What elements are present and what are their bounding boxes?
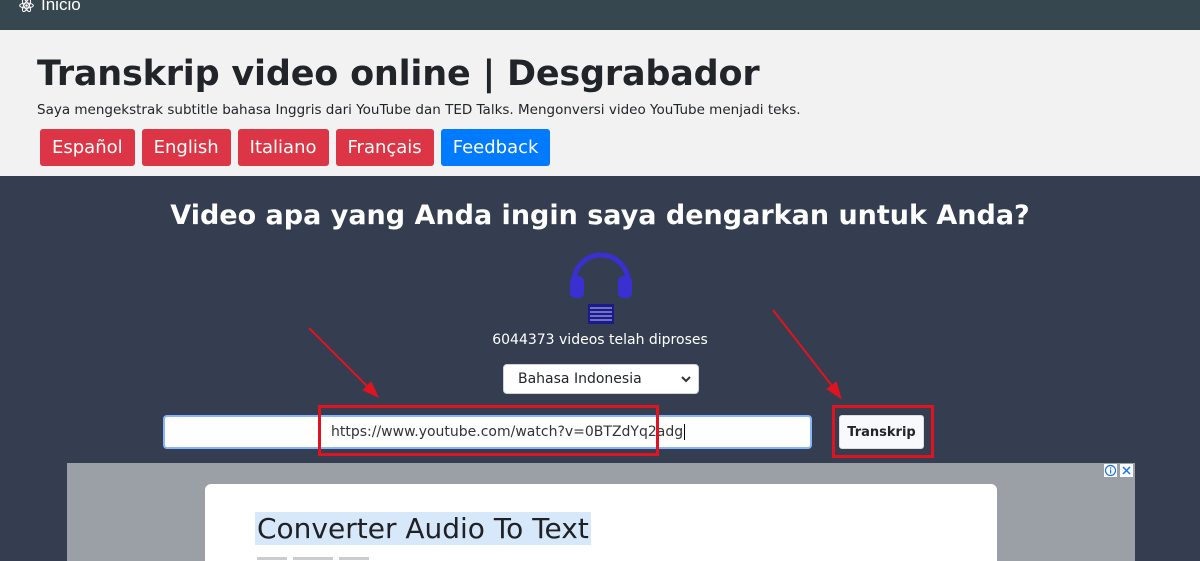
headphones-icon — [570, 252, 632, 324]
chevron-down-icon — [681, 376, 691, 383]
home-link-label: Inicio — [41, 0, 81, 14]
atom-icon — [19, 0, 34, 12]
text-caret — [684, 424, 686, 440]
page-subtitle: Saya mengekstrak subtitle bahasa Inggris… — [37, 102, 801, 118]
lang-button-english[interactable]: English — [141, 129, 231, 166]
ad-card[interactable]: Converter Audio To Text — [205, 484, 997, 561]
ad-banner[interactable]: Converter Audio To Text — [67, 463, 1135, 561]
lang-button-italiano[interactable]: Italiano — [237, 129, 329, 166]
page-title: Transkrip video online | Desgrabador — [37, 54, 760, 94]
ad-title: Converter Audio To Text — [255, 512, 591, 545]
lang-button-francais[interactable]: Français — [335, 129, 434, 166]
feedback-button[interactable]: Feedback — [440, 129, 551, 166]
language-select[interactable]: Bahasa Indonesia — [503, 364, 699, 394]
ad-info-icon[interactable] — [1104, 464, 1117, 477]
home-link[interactable]: Inicio — [18, 0, 81, 15]
language-buttons: Español English Italiano Français Feedba… — [40, 129, 551, 166]
top-navbar: Inicio — [0, 0, 1200, 30]
ad-faint-text — [257, 557, 369, 560]
language-select-value: Bahasa Indonesia — [518, 371, 642, 387]
highlight-box-url — [318, 405, 659, 456]
ad-controls — [1104, 464, 1133, 477]
ad-close-icon[interactable] — [1120, 464, 1133, 477]
highlight-box-button — [832, 405, 934, 458]
lang-button-espanol[interactable]: Español — [40, 129, 135, 166]
page-header: Transkrip video online | Desgrabador Say… — [0, 30, 1200, 176]
main-question: Video apa yang Anda ingin saya dengarkan… — [170, 200, 1030, 231]
processed-count: 6044373 videos telah diproses — [492, 332, 708, 348]
